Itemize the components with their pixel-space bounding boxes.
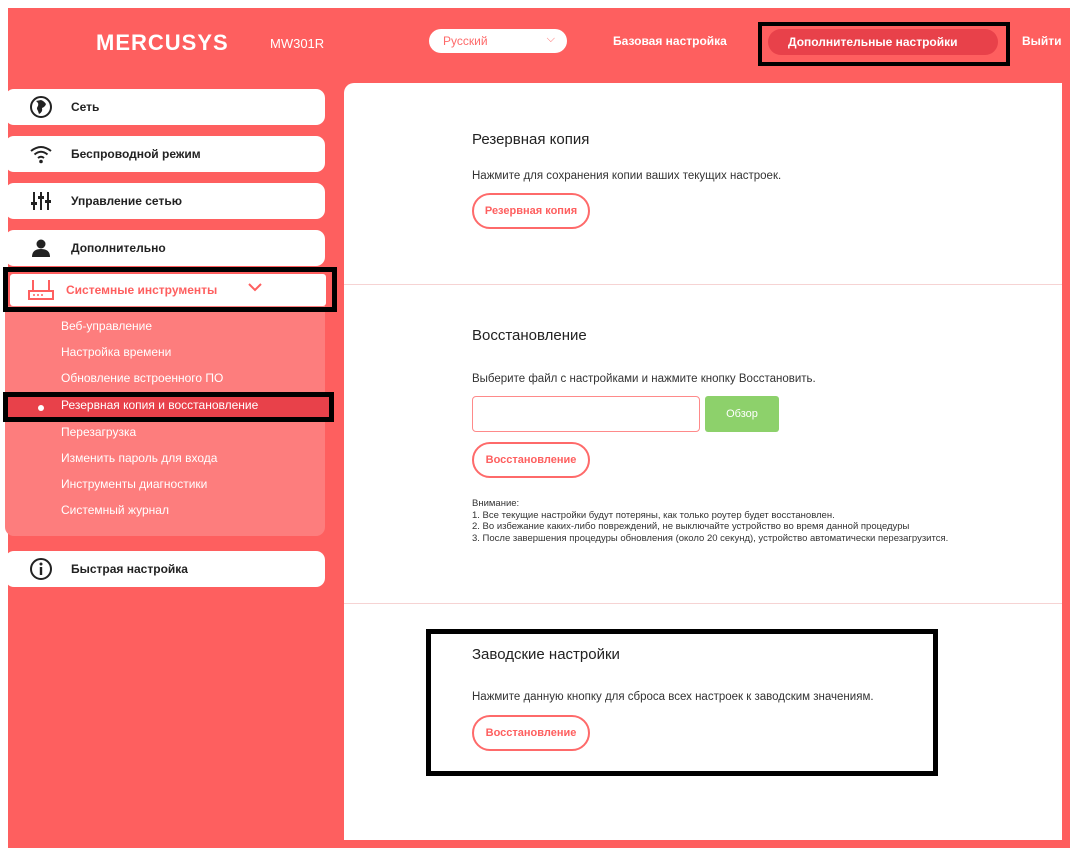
factory-reset-button[interactable]: Восстановление xyxy=(472,715,590,751)
language-select[interactable]: Русский ⌵ xyxy=(429,29,567,53)
sidebar-item-label: Дополнительно xyxy=(71,241,166,255)
chevron-down-icon xyxy=(248,283,262,292)
nav-basic-settings[interactable]: Базовая настройка xyxy=(613,34,727,48)
submenu-web-management[interactable]: Веб-управление xyxy=(61,319,152,333)
user-icon xyxy=(32,239,50,257)
sidebar-item-label: Управление сетью xyxy=(71,194,182,208)
brand-logo: MERCUSYS xyxy=(96,30,229,55)
restore-description: Выберите файл с настройками и нажмите кн… xyxy=(472,373,816,385)
sidebar-item-label: Системные инструменты xyxy=(66,283,218,297)
router-icon xyxy=(28,280,54,300)
submenu-diagnostics[interactable]: Инструменты диагностики xyxy=(61,477,207,491)
submenu-change-password[interactable]: Изменить пароль для входа xyxy=(61,451,217,465)
active-dot-icon xyxy=(38,405,44,411)
sidebar-item-network[interactable]: Сеть xyxy=(5,89,325,125)
restore-file-field[interactable] xyxy=(472,396,700,432)
backup-title: Резервная копия xyxy=(472,131,590,148)
sliders-icon xyxy=(31,192,51,210)
backup-description: Нажмите для сохранения копии ваших текущ… xyxy=(472,170,782,182)
language-value: Русский xyxy=(443,34,488,48)
wifi-icon xyxy=(30,146,52,164)
notice-title: Внимание: xyxy=(472,498,520,509)
chevron-down-icon: ⌵ xyxy=(546,33,555,45)
sidebar-item-quick-setup[interactable]: Быстрая настройка xyxy=(5,551,325,587)
model-name: MW301R xyxy=(270,36,325,51)
notice-line: 2. Во избежание каких-либо повреждений, … xyxy=(472,521,910,532)
sidebar-item-label: Быстрая настройка xyxy=(71,562,188,576)
section-divider xyxy=(344,603,1062,604)
restore-title: Восстановление xyxy=(472,327,587,344)
submenu-backup-restore[interactable]: Резервная копия и восстановление xyxy=(61,398,258,412)
submenu-system-log[interactable]: Системный журнал xyxy=(61,503,169,517)
submenu-time-settings[interactable]: Настройка времени xyxy=(61,345,171,359)
factory-description: Нажмите данную кнопку для сброса всех на… xyxy=(472,691,874,703)
sidebar-item-additional[interactable]: Дополнительно xyxy=(5,230,325,266)
sidebar-item-label: Беспроводной режим xyxy=(71,147,201,161)
globe-icon xyxy=(30,96,52,118)
restore-notice: Внимание: 1. Все текущие настройки будут… xyxy=(472,498,948,544)
submenu-reboot[interactable]: Перезагрузка xyxy=(61,425,136,439)
nav-exit[interactable]: Выйти xyxy=(1022,34,1062,48)
submenu-firmware-update[interactable]: Обновление встроенного ПО xyxy=(61,371,223,385)
info-icon xyxy=(30,558,52,580)
restore-button[interactable]: Восстановление xyxy=(472,442,590,478)
sidebar-item-system-tools[interactable]: Системные инструменты xyxy=(10,274,326,306)
section-divider xyxy=(344,284,1062,285)
factory-title: Заводские настройки xyxy=(472,646,620,663)
sidebar-item-network-control[interactable]: Управление сетью xyxy=(5,183,325,219)
nav-advanced-settings[interactable]: Дополнительные настройки xyxy=(768,29,998,55)
browse-button[interactable]: Обзор xyxy=(705,396,779,432)
notice-line: 1. Все текущие настройки будут потеряны,… xyxy=(472,509,835,521)
backup-button[interactable]: Резервная копия xyxy=(472,193,590,229)
notice-line: 3. После завершения процедуры обновления… xyxy=(472,532,949,544)
sidebar-item-wireless[interactable]: Беспроводной режим xyxy=(5,136,325,172)
sidebar-item-label: Сеть xyxy=(71,100,100,114)
